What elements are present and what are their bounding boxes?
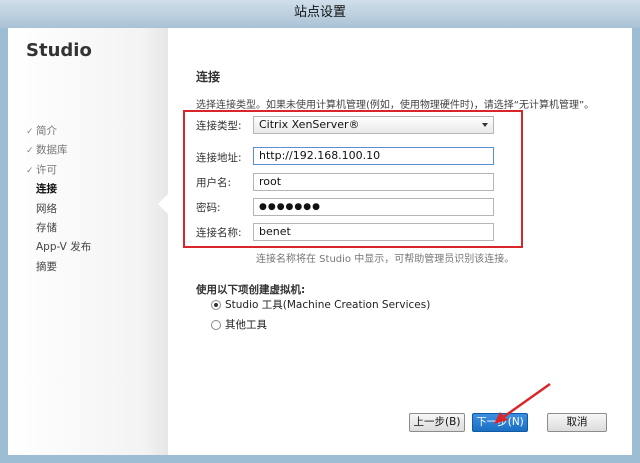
- step-item-database[interactable]: ✓ 数据库: [26, 141, 91, 160]
- connection-type-value: Citrix XenServer®: [259, 118, 360, 131]
- dropdown-arrow-icon: [482, 123, 488, 127]
- wizard-steps: ✓ 简介 ✓ 数据库 ✓ 许可 连接 网络 存储 App-V 发布 摘要: [26, 122, 91, 277]
- vm-creation-title: 使用以下项创建虚拟机:: [196, 284, 306, 296]
- window-title: 站点设置: [293, 5, 346, 20]
- sidebar-current-step-notch: [158, 192, 170, 216]
- username-label: 用户名:: [196, 177, 232, 189]
- annotation-arrow-icon: [494, 382, 551, 424]
- page-description: 选择连接类型。如果未使用计算机管理(例如，使用物理硬件时)，请选择“无计算机管理…: [196, 100, 595, 111]
- sidebar-title: Studio: [26, 40, 92, 61]
- step-item-license[interactable]: ✓ 许可: [26, 161, 91, 180]
- step-item-summary: 摘要: [36, 260, 57, 273]
- connection-name-input[interactable]: benet: [253, 223, 494, 241]
- window-title-bar[interactable]: 站点设置: [0, 0, 640, 28]
- radio-unchecked-icon: [211, 320, 221, 330]
- checkmark-icon: ✓: [26, 165, 34, 176]
- back-button[interactable]: 上一步(B): [409, 413, 465, 432]
- connection-type-select[interactable]: Citrix XenServer®: [253, 116, 494, 134]
- radio-checked-icon: [211, 300, 221, 310]
- page-title: 连接: [196, 70, 221, 84]
- connection-type-label: 连接类型:: [196, 120, 242, 132]
- connection-name-label: 连接名称:: [196, 227, 242, 239]
- step-item-appv: App-V 发布: [36, 241, 92, 254]
- step-item-storage: 存储: [36, 221, 57, 234]
- connection-address-input[interactable]: http://192.168.100.10: [253, 147, 494, 165]
- step-item-connection[interactable]: 连接: [26, 180, 91, 199]
- window-frame-bottom: [0, 455, 640, 463]
- radio-studio-tools[interactable]: Studio 工具(Machine Creation Services): [211, 298, 430, 312]
- connection-name-hint: 连接名称将在 Studio 中显示，可帮助管理员识别该连接。: [256, 254, 515, 265]
- radio-other-tools[interactable]: 其他工具: [211, 318, 267, 332]
- password-label: 密码:: [196, 202, 221, 214]
- window-frame-right: [632, 28, 640, 463]
- connection-address-label: 连接地址:: [196, 152, 242, 164]
- step-item-intro[interactable]: ✓ 简介: [26, 122, 91, 141]
- username-input[interactable]: root: [253, 173, 494, 191]
- checkmark-icon: ✓: [26, 146, 34, 157]
- checkmark-icon: ✓: [26, 127, 34, 137]
- step-item-network: 网络: [36, 202, 57, 215]
- window-frame-left: [0, 28, 8, 463]
- password-input[interactable]: ●●●●●●●: [253, 198, 494, 216]
